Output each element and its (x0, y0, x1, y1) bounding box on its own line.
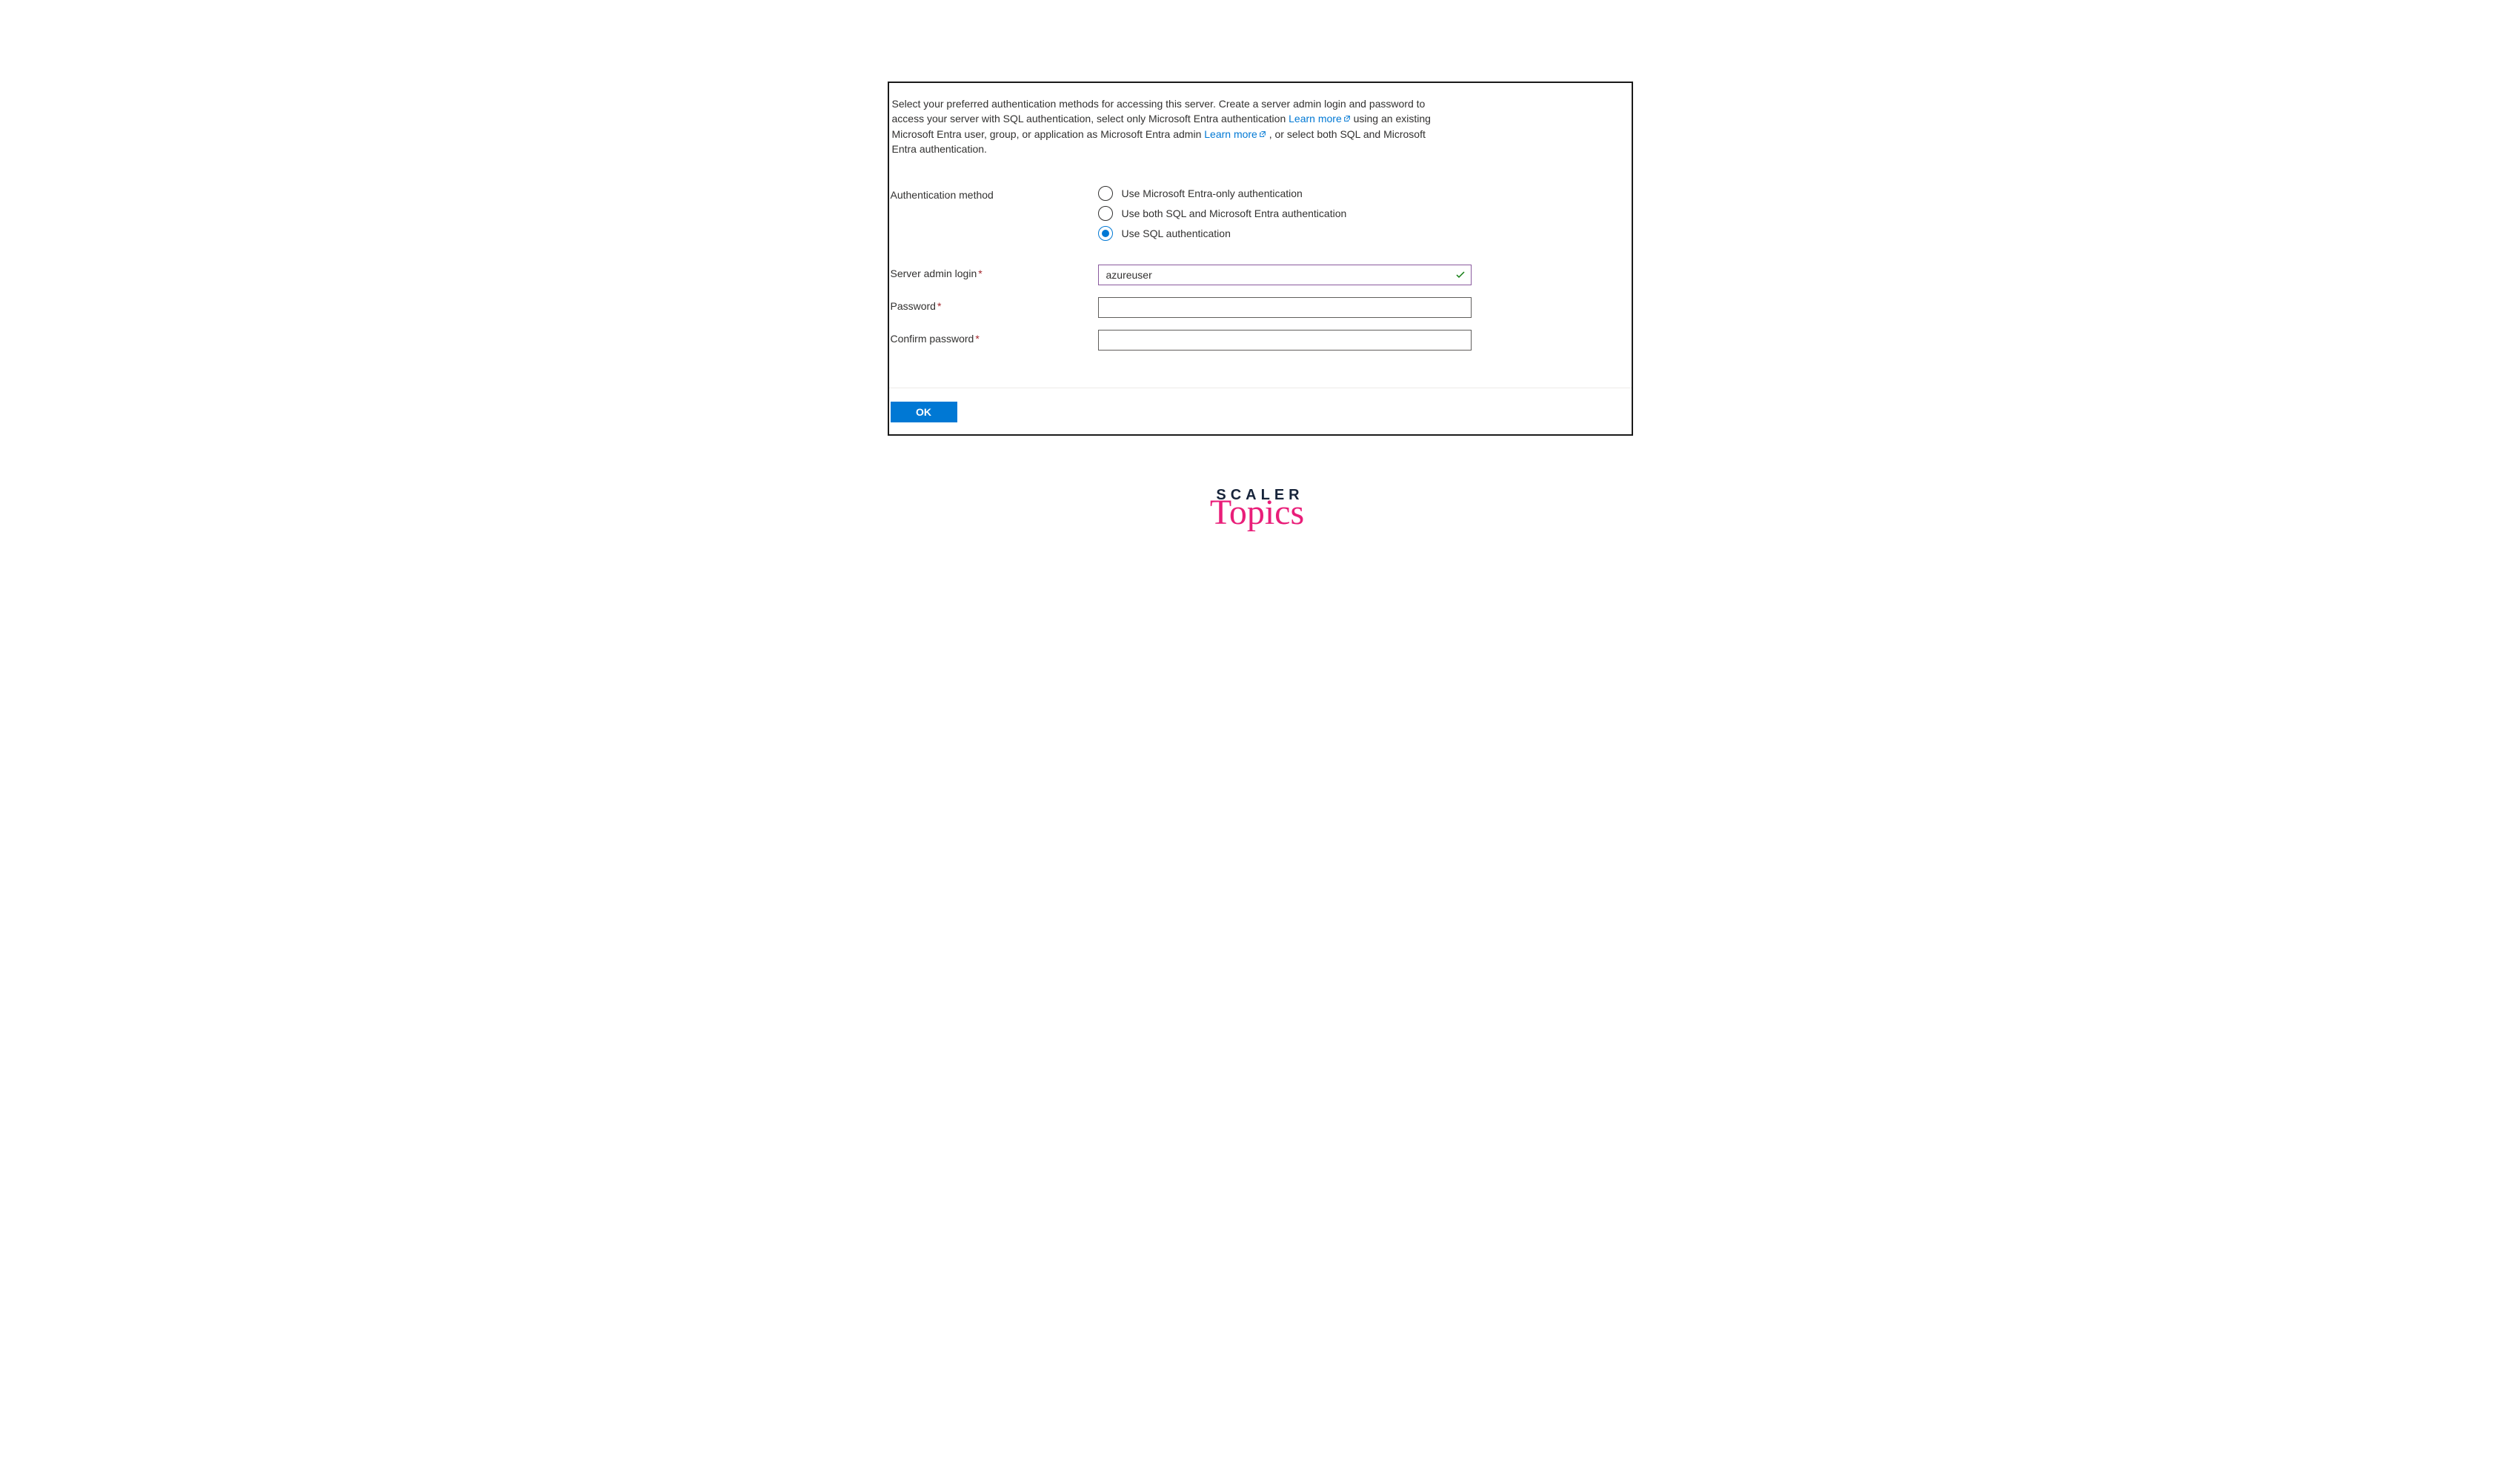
radio-sql-label: Use SQL authentication (1122, 227, 1231, 239)
description-text: Select your preferred authentication met… (889, 96, 1632, 156)
auth-method-label: Authentication method (891, 186, 1098, 201)
required-indicator: * (978, 268, 982, 279)
server-admin-login-label: Server admin login* (891, 265, 1098, 279)
footer-section: OK (889, 388, 1632, 434)
checkmark-icon (1455, 270, 1466, 280)
radio-circle-icon (1098, 186, 1113, 201)
radio-both-label: Use both SQL and Microsoft Entra authent… (1122, 207, 1347, 219)
learn-more-link-1[interactable]: Learn more (1289, 113, 1351, 124)
ok-button[interactable]: OK (891, 402, 957, 422)
confirm-password-label: Confirm password* (891, 330, 1098, 345)
radio-circle-icon (1098, 206, 1113, 221)
password-input[interactable] (1098, 297, 1472, 318)
radio-sql[interactable]: Use SQL authentication (1098, 226, 1632, 241)
required-indicator: * (975, 333, 979, 345)
external-link-icon (1259, 130, 1266, 138)
scaler-topics-logo: SCALER Topics (1213, 488, 1307, 524)
radio-entra-only[interactable]: Use Microsoft Entra-only authentication (1098, 186, 1632, 201)
radio-circle-icon (1098, 226, 1113, 241)
confirm-password-input[interactable] (1098, 330, 1472, 351)
external-link-icon (1343, 115, 1351, 122)
logo-topics-text: Topics (1210, 502, 1304, 524)
radio-both[interactable]: Use both SQL and Microsoft Entra authent… (1098, 206, 1632, 221)
radio-entra-only-label: Use Microsoft Entra-only authentication (1122, 187, 1303, 199)
server-admin-login-input[interactable] (1098, 265, 1472, 285)
auth-method-radio-group: Use Microsoft Entra-only authentication … (1098, 186, 1632, 241)
password-label: Password* (891, 297, 1098, 312)
learn-more-link-2[interactable]: Learn more (1204, 128, 1266, 140)
auth-config-panel: Select your preferred authentication met… (888, 82, 1633, 436)
required-indicator: * (937, 300, 941, 312)
